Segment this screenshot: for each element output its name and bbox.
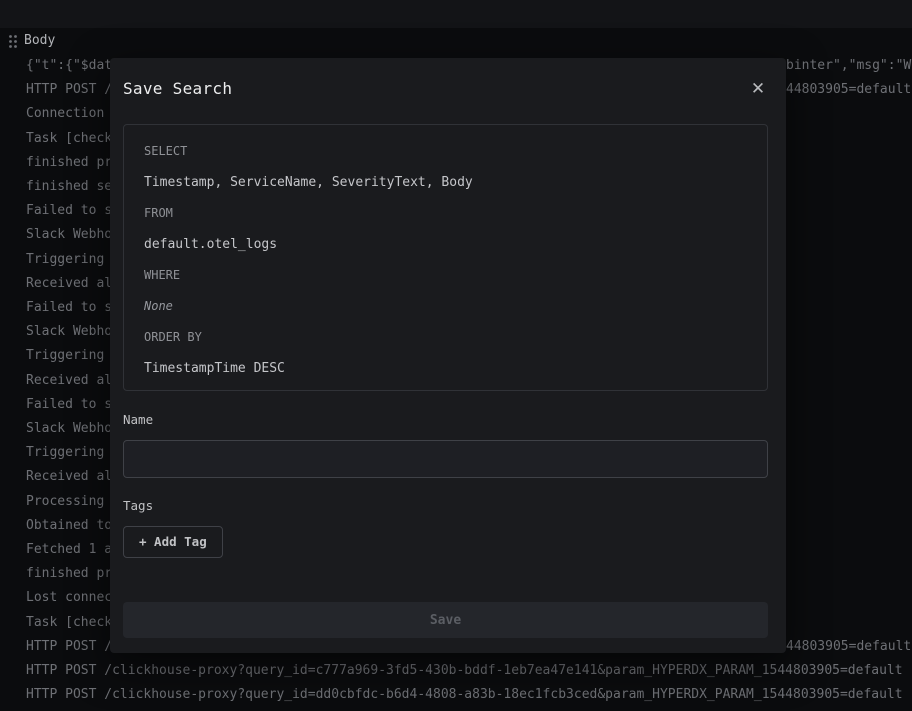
- query-clause-label: FROM: [144, 205, 747, 222]
- log-row-text: Received al: [26, 373, 112, 388]
- query-clause-value: None: [144, 298, 747, 315]
- log-row-text: Obtained to: [26, 518, 112, 533]
- log-row-text: Processing: [26, 494, 104, 509]
- query-clause-value: default.otel_logs: [144, 236, 747, 253]
- log-row-text: Failed to s: [26, 203, 112, 218]
- log-row-text: Triggering: [26, 348, 104, 363]
- log-row-text: Task [check: [26, 615, 112, 630]
- log-row-text: Slack Webho: [26, 324, 112, 339]
- modal-title: Save Search: [123, 80, 232, 98]
- log-row-text: HTTP POST /clickhouse-proxy?query_id=dd0…: [26, 687, 903, 702]
- log-row-text-continuation: binter","msg":"W: [786, 54, 911, 78]
- log-row-text: {"t":{"$dat: [26, 58, 112, 73]
- log-row-text: Slack Webho: [26, 227, 112, 242]
- log-row-text: Connection: [26, 106, 104, 121]
- log-row-text: Failed to s: [26, 397, 112, 412]
- name-input[interactable]: [123, 440, 768, 478]
- log-row-text: Received al: [26, 276, 112, 291]
- log-row[interactable]: HTTP POST /clickhouse-proxy?query_id=dd0…: [26, 683, 912, 707]
- log-row-text: finished pr: [26, 155, 112, 170]
- close-icon[interactable]: ✕: [748, 79, 768, 99]
- log-row[interactable]: HTTP POST /clickhouse-proxy?query_id=c77…: [26, 659, 912, 683]
- log-row-text: finished pr: [26, 566, 112, 581]
- log-row-text: finished se: [26, 179, 112, 194]
- log-row-text-continuation: 44803905=default: [786, 78, 911, 102]
- log-row-text: Lost connec: [26, 590, 112, 605]
- log-row-text: Failed to s: [26, 300, 112, 315]
- log-row-text: Received al: [26, 469, 112, 484]
- add-tag-button[interactable]: + Add Tag: [123, 526, 223, 558]
- log-row-text: Fetched 1 a: [26, 542, 112, 557]
- log-row-text: Slack Webho: [26, 421, 112, 436]
- save-button[interactable]: Save: [123, 602, 768, 638]
- modal-header: Save Search ✕: [123, 80, 768, 99]
- log-row-text: Task [check: [26, 131, 112, 146]
- query-clause-label: WHERE: [144, 267, 747, 284]
- query-clause-value: Timestamp, ServiceName, SeverityText, Bo…: [144, 174, 747, 191]
- query-clause-label: ORDER BY: [144, 329, 747, 346]
- tags-label: Tags: [123, 498, 768, 514]
- log-row-text-continuation: 44803905=default: [786, 635, 911, 659]
- log-row-text: Triggering: [26, 445, 104, 460]
- log-row-text: HTTP POST /clickhouse-proxy?query_id=c77…: [26, 663, 903, 678]
- query-summary-box: SELECT Timestamp, ServiceName, SeverityTe…: [123, 124, 768, 391]
- log-row-text: HTTP POST /: [26, 639, 112, 654]
- log-row-text: HTTP POST /: [26, 82, 112, 97]
- query-clause-label: SELECT: [144, 143, 747, 160]
- save-search-modal: Save Search ✕ SELECT Timestamp, ServiceNa…: [110, 58, 786, 653]
- name-label: Name: [123, 412, 768, 428]
- query-clause-value: TimestampTime DESC: [144, 360, 747, 377]
- log-row-text: Triggering: [26, 252, 104, 267]
